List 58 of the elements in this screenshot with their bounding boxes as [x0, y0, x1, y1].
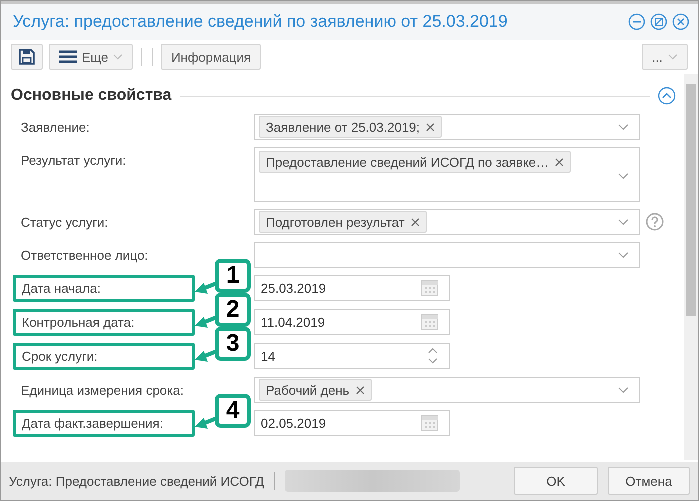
window-title: Услуга: предоставление сведений по заявлению от 25.03.2019: [13, 12, 509, 32]
chevron-down-icon[interactable]: [618, 252, 629, 258]
field-label: Заявление:: [20, 120, 90, 134]
calendar-icon[interactable]: [421, 279, 439, 297]
tag: Рабочий день: [259, 379, 372, 401]
spinner-icon[interactable]: [427, 347, 439, 365]
tag: Заявление от 25.03.2019;: [259, 116, 442, 138]
date-field[interactable]: 11.04.2019: [254, 309, 450, 335]
select-field[interactable]: Рабочий день: [254, 377, 640, 403]
scrollbar[interactable]: [684, 74, 698, 460]
restore-icon[interactable]: [650, 13, 668, 31]
minimize-icon[interactable]: [628, 13, 646, 31]
section-title: Основные свойства: [11, 87, 172, 105]
callout-badge: 4: [215, 394, 251, 428]
select-field[interactable]: [254, 242, 640, 268]
callout-badge: 1: [215, 259, 251, 293]
collapse-icon[interactable]: [658, 87, 676, 105]
info-button[interactable]: Информация: [161, 44, 262, 70]
select-field[interactable]: Подготовлен результат: [254, 209, 640, 235]
tag: Предоставление сведений ИСОГД по заявке…: [259, 151, 572, 173]
menu-icon: [59, 50, 77, 64]
field-label: Единица измерения срока:: [20, 382, 184, 398]
calendar-icon[interactable]: [421, 414, 439, 432]
field-label: Дата факт.завершения:: [13, 410, 195, 436]
field-label: Срок услуги:: [13, 342, 195, 370]
chevron-down-icon[interactable]: [618, 172, 629, 180]
field-label: Результат услуги:: [20, 152, 126, 168]
tag: Подготовлен результат: [259, 211, 427, 233]
more-button[interactable]: Еще: [49, 44, 134, 70]
date-field[interactable]: 25.03.2019: [254, 275, 450, 301]
remove-icon[interactable]: [426, 122, 436, 132]
chevron-down-icon[interactable]: [618, 124, 629, 130]
field-label: Контрольная дата:: [13, 308, 195, 336]
chevron-down-icon: [113, 54, 124, 60]
select-field[interactable]: Заявление от 25.03.2019;: [254, 114, 640, 140]
help-icon[interactable]: [646, 213, 664, 231]
save-button[interactable]: [11, 44, 43, 70]
dialog-button[interactable]: Отмена: [608, 467, 690, 495]
callout-badge: 3: [215, 327, 251, 361]
chevron-down-icon[interactable]: [618, 218, 629, 226]
status-text: Услуга: Предоставление сведений ИСОГД: [9, 474, 264, 488]
dialog-button[interactable]: OK: [514, 467, 598, 495]
field-label: Дата начала:: [13, 274, 195, 302]
remove-icon[interactable]: [356, 386, 365, 394]
select-field[interactable]: Предоставление сведений ИСОГД по заявке…: [254, 147, 640, 202]
field-label: Ответственное лицо:: [20, 248, 148, 262]
remove-icon[interactable]: [555, 158, 564, 166]
chevron-down-icon: [668, 54, 678, 60]
close-icon[interactable]: [672, 13, 690, 31]
callout-badge: 2: [215, 293, 251, 327]
field-label: Статус услуги:: [20, 214, 108, 230]
remove-icon[interactable]: [410, 218, 420, 226]
save-icon: [18, 48, 36, 66]
overflow-button[interactable]: ...: [642, 44, 688, 70]
chevron-down-icon[interactable]: [618, 386, 629, 394]
calendar-icon[interactable]: [421, 313, 439, 331]
date-field[interactable]: 02.05.2019: [254, 410, 450, 436]
number-field[interactable]: 14: [254, 343, 450, 369]
